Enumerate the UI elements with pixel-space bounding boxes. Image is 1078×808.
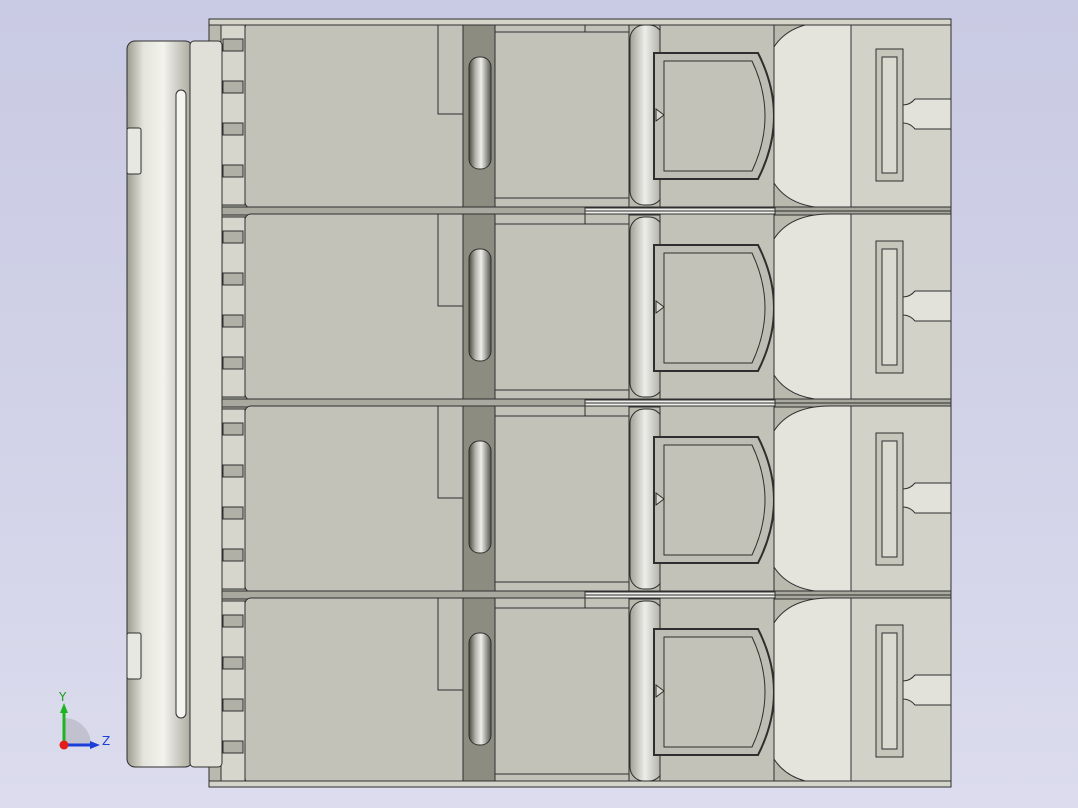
pole-terminal-tab <box>902 290 952 322</box>
pole-left-notch <box>222 356 244 370</box>
triad-z-label: Z <box>102 734 110 748</box>
pole-left-strip <box>220 24 246 206</box>
pole-main-block <box>244 213 468 401</box>
pole-left-strip <box>220 408 246 590</box>
pole-main-block <box>244 597 468 785</box>
pole-main-block <box>244 405 468 593</box>
pole-left-notch <box>222 272 244 286</box>
pole-terminal-tab <box>902 98 952 130</box>
cad-viewport[interactable]: Y Z <box>0 0 1078 808</box>
breaker-assembly <box>126 18 952 788</box>
pole-roller <box>468 56 492 170</box>
pole-middle-block <box>494 213 630 401</box>
pole-left-notch <box>222 164 244 178</box>
pole-left-notch <box>222 422 244 436</box>
pole-terminal-screw-inner <box>881 248 898 366</box>
pole-roller <box>468 632 492 746</box>
pole-terminal-block <box>773 213 852 401</box>
pole-left-notch <box>222 122 244 136</box>
din-rail-slot <box>175 89 187 719</box>
pole-toggle-face <box>663 636 766 748</box>
pole-terminal-screw-inner <box>881 632 898 750</box>
pole-left-notch <box>222 506 244 520</box>
triad-y-arrow <box>60 703 68 713</box>
pole-left-strip <box>220 216 246 398</box>
side-mounting-slot <box>126 127 142 175</box>
pole-terminal-tab <box>902 482 952 514</box>
pole-left-notch <box>222 464 244 478</box>
pole-left-notch <box>222 230 244 244</box>
coordinate-triad: Y Z <box>58 690 110 750</box>
pole-middle-block <box>494 405 630 593</box>
top-edge-cap <box>208 18 952 26</box>
pole-toggle-face <box>663 252 766 364</box>
breaker-model-view[interactable]: Y Z <box>0 0 1078 808</box>
pole-terminal-tab <box>902 674 952 706</box>
pole-main-block <box>244 21 468 209</box>
pole-left-notch <box>222 314 244 328</box>
pole-terminal-screw-inner <box>881 440 898 558</box>
triad-arc <box>64 718 91 745</box>
pole-toggle-face <box>663 60 766 172</box>
pole-roller <box>468 440 492 554</box>
pole-terminal-screw-inner <box>881 56 898 174</box>
pole-left-notch <box>222 740 244 754</box>
pole-left-notch <box>222 656 244 670</box>
triad-x-axis-dot <box>59 740 69 750</box>
pole-terminal-block <box>773 405 852 593</box>
pole-middle-block <box>494 597 630 785</box>
din-rail-edge <box>189 40 223 768</box>
pole-roller <box>468 248 492 362</box>
triad-y-label: Y <box>58 690 67 704</box>
bottom-edge-cap <box>208 780 952 788</box>
pole-left-strip <box>220 600 246 782</box>
pole-left-notch <box>222 38 244 52</box>
pole-middle-block <box>494 21 630 209</box>
pole-toggle-face <box>663 444 766 556</box>
pole-left-notch <box>222 614 244 628</box>
pole-left-notch <box>222 80 244 94</box>
pole-terminal-block <box>773 21 852 209</box>
triad-z-arrow <box>90 741 100 749</box>
pole-left-notch <box>222 698 244 712</box>
pole-left-notch <box>222 548 244 562</box>
pole-terminal-block <box>773 597 852 785</box>
side-mounting-slot <box>126 632 142 680</box>
